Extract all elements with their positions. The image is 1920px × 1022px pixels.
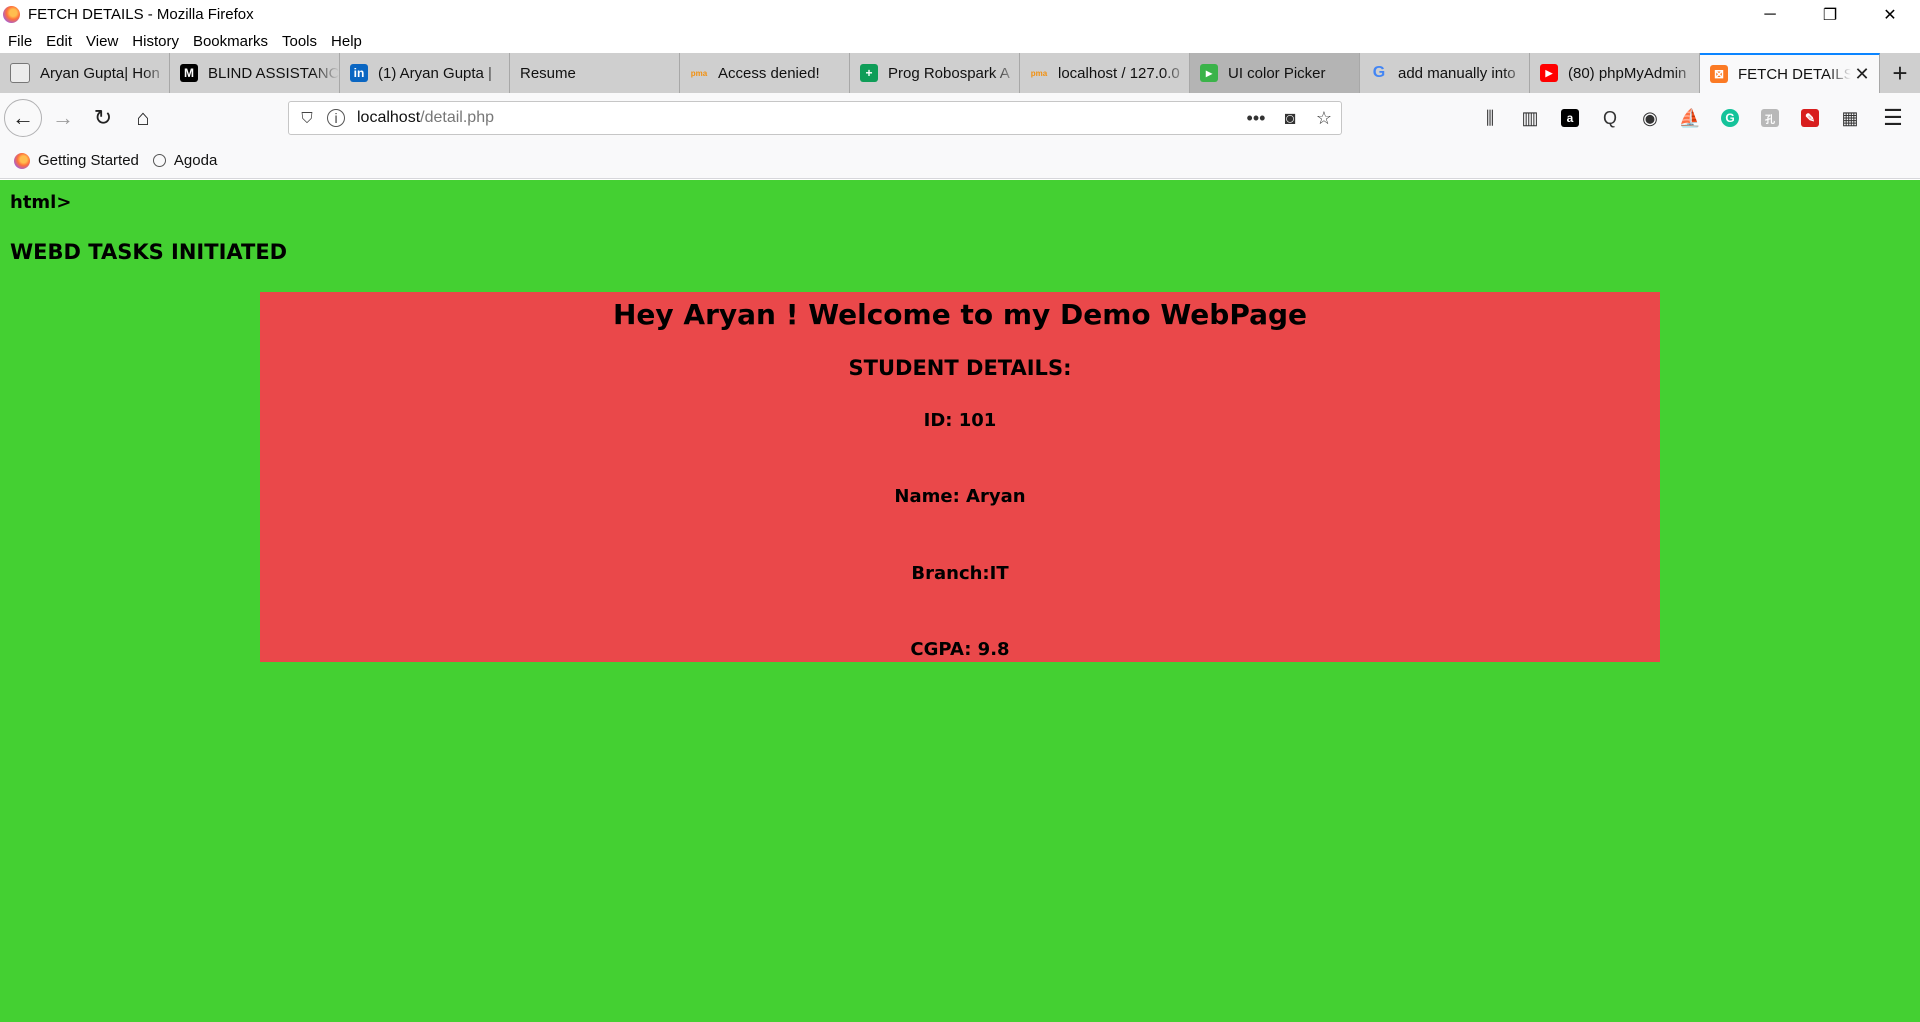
tab-fetch-details[interactable]: ⊠ FETCH DETAILS ✕ [1700,53,1880,93]
url-text[interactable]: localhost/detail.php [357,109,494,127]
grammarly-icon[interactable]: G [1710,98,1750,138]
navigation-toolbar: ← → ↻ ⌂ ⛉ i localhost/detail.php ••• ◙ ☆… [0,93,1920,143]
back-button[interactable]: ← [4,99,42,137]
xampp-icon: ⊠ [1710,65,1728,83]
url-host: localhost [357,109,421,126]
extension-toolbar: ⫼ ▥ a Q ◉ ⛵ G 孔 ✎ ▦ [1470,93,1870,143]
menu-history[interactable]: History [132,33,179,50]
home-button[interactable]: ⌂ [124,99,162,137]
page-content: html> WEBD TASKS INITIATED Hey Aryan ! W… [0,180,1920,1022]
close-tab-icon[interactable]: ✕ [1851,64,1873,85]
tab-label: localhost / 127.0.0 [1058,64,1180,82]
forward-button[interactable]: → [44,99,82,137]
bookmark-label: Agoda [173,152,218,169]
tab-label: Access denied! [718,64,820,82]
youtube-icon: ▶ [1540,64,1558,82]
translate-icon[interactable]: 孔 [1750,98,1790,138]
tab-ui-color-picker[interactable]: ▸ UI color Picker [1190,53,1360,93]
colorpicker-icon: ▸ [1200,64,1218,82]
agoda-icon [152,154,166,167]
bookmark-label: Getting Started [38,152,139,169]
tab-aryan-portfolio[interactable]: Aryan Gupta| Hon [0,53,170,93]
window-title: FETCH DETAILS - Mozilla Firefox [28,6,254,23]
tab-label: UI color Picker [1228,64,1326,82]
window-controls: ─ ❐ ✕ [1740,0,1920,29]
bookmark-star-icon[interactable]: ☆ [1307,108,1341,129]
tab-linkedin[interactable]: in (1) Aryan Gupta | [340,53,510,93]
phpmyadmin-icon: pma [1030,68,1048,78]
window-titlebar: FETCH DETAILS - Mozilla Firefox ─ ❐ ✕ [0,0,1920,29]
bookmarks-toolbar: Getting Started Agoda [0,143,1920,179]
student-name: Name: Aryan [894,486,1026,507]
ship-icon[interactable]: ⛵ [1670,98,1710,138]
tab-label: add manually into [1398,64,1516,82]
firefox-icon [14,152,30,169]
student-details-panel: Hey Aryan ! Welcome to my Demo WebPage S… [260,292,1660,662]
tab-label: BLIND ASSISTANC [208,64,339,82]
tab-blind-assistance[interactable]: M BLIND ASSISTANC [170,53,340,93]
bookmark-agoda[interactable]: Agoda [152,152,218,169]
tab-label: Resume [520,64,576,82]
welcome-heading: Hey Aryan ! Welcome to my Demo WebPage [612,298,1308,331]
tracking-protection-shield-icon[interactable]: ⛉ [297,110,317,127]
page-actions-icon[interactable]: ••• [1239,108,1273,129]
sheets-icon: + [860,64,878,82]
minimize-button[interactable]: ─ [1740,0,1800,29]
stray-html-text: html> [10,192,72,213]
menu-tools[interactable]: Tools [282,33,317,50]
google-icon: G [1372,64,1386,81]
linkedin-icon: in [350,64,368,82]
tab-youtube-phpmyadmin[interactable]: ▶ (80) phpMyAdmin [1530,53,1700,93]
url-path: /detail.php [420,109,494,126]
student-branch: Branch:IT [911,563,1009,584]
url-bar[interactable]: ⛉ i localhost/detail.php ••• ◙ ☆ [288,101,1342,135]
hamburger-menu-icon[interactable]: ☰ [1874,99,1912,137]
tab-label: Prog Robospark A [888,64,1010,82]
student-details-title: STUDENT DETAILS: [848,356,1072,380]
tab-strip: Aryan Gupta| Hon M BLIND ASSISTANC in (1… [0,53,1920,93]
site-info-icon[interactable]: i [327,109,345,127]
page-icon [10,63,30,83]
page-heading: WEBD TASKS INITIATED [10,240,288,264]
bookmark-getting-started[interactable]: Getting Started [14,152,139,169]
firefox-logo-icon [3,6,20,23]
phpmyadmin-icon: pma [690,68,708,78]
tab-access-denied[interactable]: pma Access denied! [680,53,850,93]
account-icon[interactable]: ◉ [1630,98,1670,138]
menu-bar: File Edit View History Bookmarks Tools H… [0,29,1920,53]
tab-label: (1) Aryan Gupta | [378,64,492,82]
menu-edit[interactable]: Edit [46,33,72,50]
menu-view[interactable]: View [86,33,118,50]
amazon-icon[interactable]: a [1550,98,1590,138]
fence-icon[interactable]: ▦ [1830,98,1870,138]
url-actions: ••• ◙ ☆ [1239,108,1341,129]
pocket-icon[interactable]: ◙ [1273,108,1307,129]
reload-button[interactable]: ↻ [84,99,122,137]
wand-icon[interactable]: ✎ [1790,98,1830,138]
menu-file[interactable]: File [8,33,32,50]
library-icon[interactable]: ⫼ [1470,98,1510,138]
tab-localhost-phpmyadmin[interactable]: pma localhost / 127.0.0 [1020,53,1190,93]
new-tab-button[interactable]: + [1880,53,1920,93]
tab-prog-robospark[interactable]: + Prog Robospark A [850,53,1020,93]
tab-label: FETCH DETAILS [1738,65,1851,83]
menu-bookmarks[interactable]: Bookmarks [193,33,268,50]
tab-label: (80) phpMyAdmin [1568,64,1687,82]
medium-icon: M [180,64,198,82]
student-id: ID: 101 [923,410,997,431]
student-cgpa: CGPA: 9.8 [910,639,1010,660]
menu-help[interactable]: Help [331,33,362,50]
search-ext-icon[interactable]: Q [1590,98,1630,138]
sidebar-icon[interactable]: ▥ [1510,98,1550,138]
close-window-button[interactable]: ✕ [1860,0,1920,29]
tab-label: Aryan Gupta| Hon [40,64,160,82]
tab-google-search[interactable]: G add manually into [1360,53,1530,93]
restore-button[interactable]: ❐ [1800,0,1860,29]
tab-resume[interactable]: Resume [510,53,680,93]
